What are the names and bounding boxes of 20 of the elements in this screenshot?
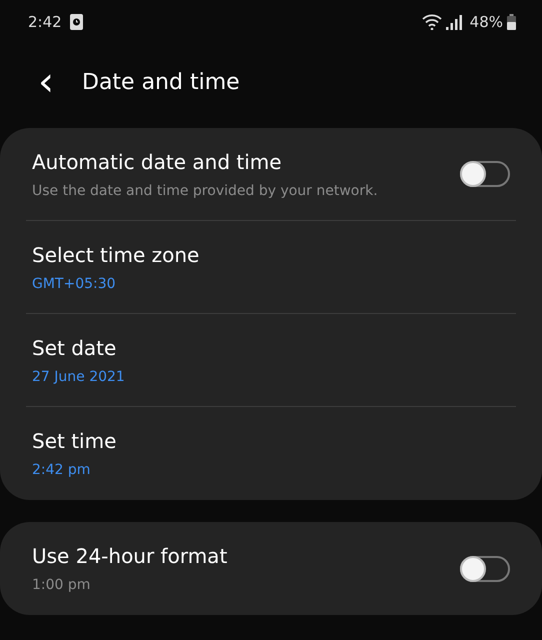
back-button[interactable]: ‹	[32, 62, 60, 102]
clock-notification-icon	[70, 14, 83, 30]
setting-title[interactable]: Use 24-hour format	[32, 541, 460, 571]
signal-icon	[446, 14, 462, 30]
setting-summary: 2:42 pm	[32, 461, 92, 480]
setting-title[interactable]: Automatic date and time	[32, 146, 460, 176]
setting-title[interactable]: Set time	[32, 426, 510, 456]
setting-summary: 1:00 pm	[32, 576, 92, 595]
setting-summary: GMT+05:30	[32, 274, 117, 294]
setting-summary: 27 June 2021	[32, 368, 126, 386]
wifi-icon	[422, 14, 442, 30]
status-time: 2:42	[28, 12, 62, 33]
toggle-switch[interactable]	[460, 161, 510, 187]
toggle-switch[interactable]	[460, 556, 510, 582]
setting-summary: Use the date and time provided by your network.	[32, 182, 379, 200]
battery-icon	[507, 14, 516, 30]
setting-title[interactable]: Set date	[32, 332, 510, 362]
battery-percentage: 48%	[470, 12, 503, 33]
page-title: Date and time	[82, 68, 240, 96]
setting-title[interactable]: Select time zone	[32, 240, 510, 270]
